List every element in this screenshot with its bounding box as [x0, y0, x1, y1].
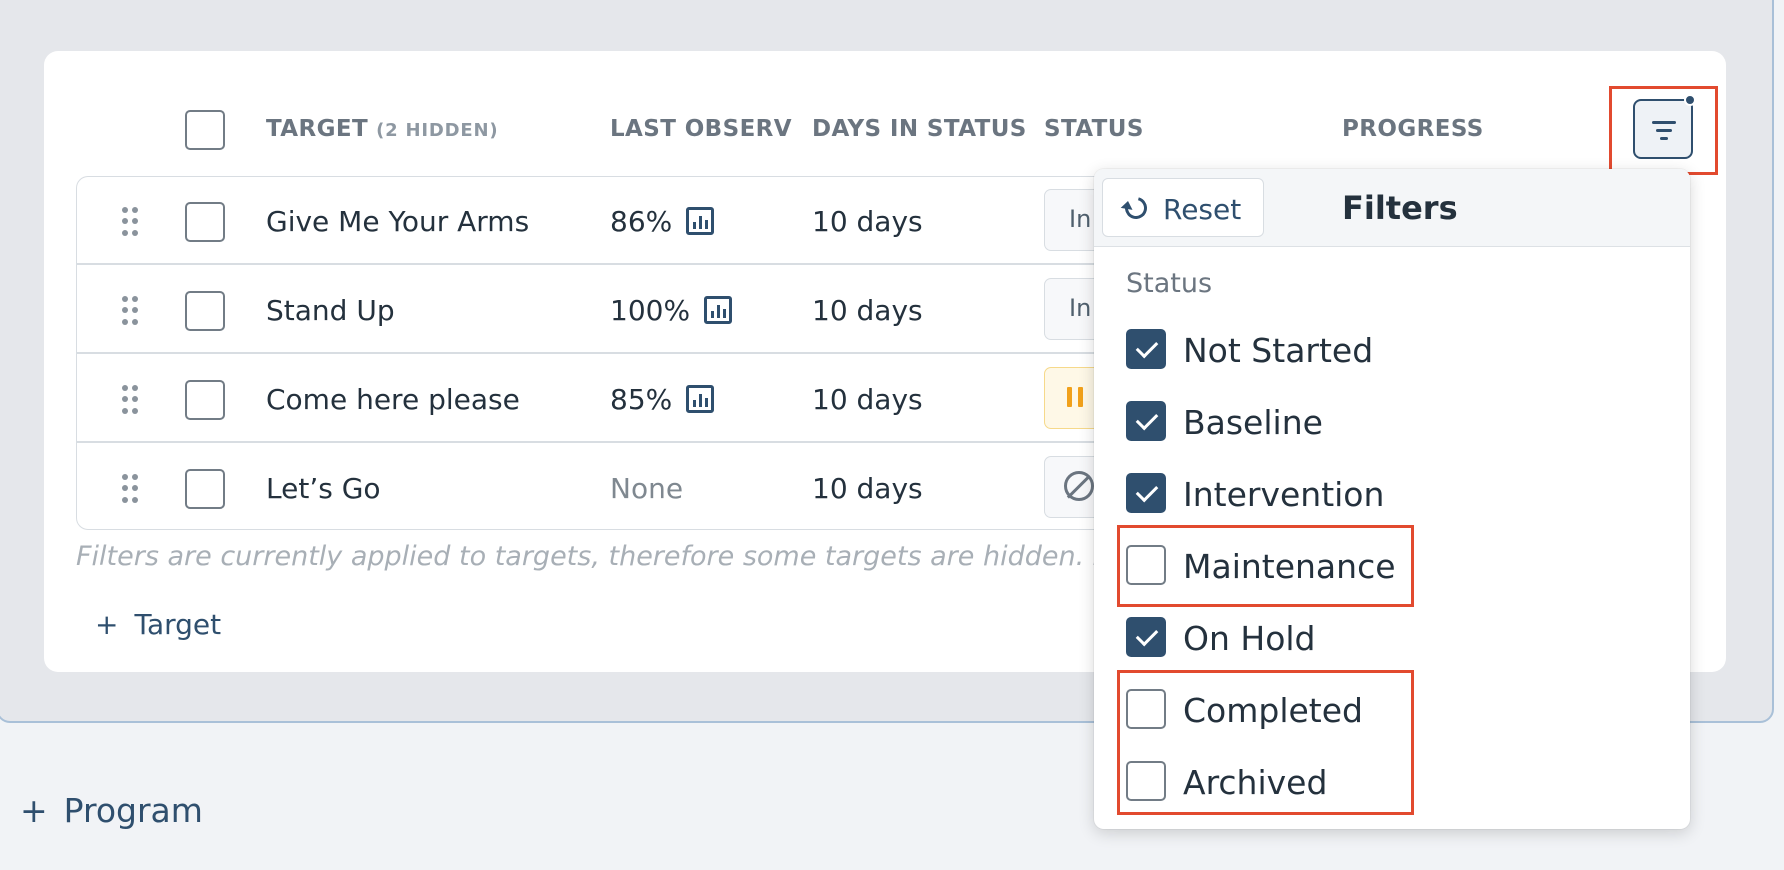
last-observation-value: 100% — [610, 294, 691, 327]
column-header-status[interactable]: STATUS — [1044, 116, 1144, 142]
last-observation-value: None — [610, 472, 684, 505]
column-header-target-label: TARGET — [266, 116, 369, 142]
reset-label: Reset — [1163, 193, 1242, 226]
column-header-days-in-status[interactable]: DAYS IN STATUS — [812, 116, 1027, 142]
table-row[interactable]: Let’s Go None 10 days — [76, 444, 1124, 533]
filters-header: Reset Filters — [1094, 169, 1690, 247]
drag-handle-icon[interactable] — [122, 385, 138, 415]
target-name[interactable]: Give Me Your Arms — [266, 205, 529, 238]
filter-option-intervention[interactable]: Intervention — [1126, 473, 1526, 517]
filter-option-label: Not Started — [1183, 331, 1374, 370]
reset-icon — [1120, 192, 1152, 224]
filter-notice: Filters are currently applied to targets… — [76, 541, 1098, 572]
row-checkbox[interactable] — [185, 380, 225, 420]
days-in-status: 10 days — [812, 383, 923, 416]
add-target-button[interactable]: + Target — [95, 608, 221, 641]
drag-handle-icon[interactable] — [122, 474, 138, 504]
last-observation: 86% — [610, 205, 715, 238]
ban-icon — [1064, 471, 1094, 501]
highlight-filter-button — [1609, 86, 1718, 175]
checkbox-checked[interactable] — [1126, 473, 1166, 513]
status-label: In — [1069, 205, 1092, 233]
column-header-last-observation[interactable]: LAST OBSERV — [610, 116, 792, 142]
target-name[interactable]: Stand Up — [266, 294, 395, 327]
checkbox-checked[interactable] — [1126, 401, 1166, 441]
add-target-label: Target — [134, 608, 222, 641]
add-program-label: Program — [63, 791, 203, 830]
last-observation-value: 86% — [610, 205, 673, 238]
filter-option-not-started[interactable]: Not Started — [1126, 329, 1526, 373]
table-row[interactable]: Stand Up 100% 10 days In — [76, 266, 1124, 355]
target-name[interactable]: Let’s Go — [266, 472, 381, 505]
table-row[interactable]: Give Me Your Arms 86% 10 days In — [76, 177, 1124, 266]
drag-handle-icon[interactable] — [122, 207, 138, 237]
filters-title: Filters — [1342, 189, 1458, 227]
bar-chart-icon[interactable] — [704, 296, 733, 324]
row-checkbox[interactable] — [185, 469, 225, 509]
row-checkbox[interactable] — [185, 202, 225, 242]
bar-chart-icon[interactable] — [686, 207, 715, 235]
checkbox-checked[interactable] — [1126, 617, 1166, 657]
drag-handle-icon[interactable] — [122, 296, 138, 326]
filter-option-label: Baseline — [1183, 403, 1323, 442]
plus-icon: + — [95, 608, 119, 641]
table-row[interactable]: Come here please 85% 10 days — [76, 355, 1124, 444]
filter-option-label: Intervention — [1183, 475, 1385, 514]
add-program-button[interactable]: + Program — [20, 791, 203, 830]
select-all-checkbox[interactable] — [185, 110, 225, 150]
bar-chart-icon[interactable] — [686, 385, 715, 413]
pause-icon — [1067, 387, 1083, 407]
column-header-target[interactable]: TARGET (2 HIDDEN) — [266, 116, 498, 142]
reset-button[interactable]: Reset — [1102, 178, 1264, 237]
last-observation: 85% — [610, 383, 715, 416]
filter-option-baseline[interactable]: Baseline — [1126, 401, 1526, 445]
days-in-status: 10 days — [812, 472, 923, 505]
highlight-maintenance — [1117, 525, 1414, 607]
filter-option-label: On Hold — [1183, 619, 1316, 658]
days-in-status: 10 days — [812, 205, 923, 238]
filter-option-on-hold[interactable]: On Hold — [1126, 617, 1526, 661]
highlight-completed-archived — [1117, 670, 1414, 815]
days-in-status: 10 days — [812, 294, 923, 327]
status-section-label: Status — [1126, 268, 1213, 299]
last-observation-value: 85% — [610, 383, 673, 416]
plus-icon: + — [20, 791, 48, 830]
status-label: In — [1069, 294, 1092, 322]
row-checkbox[interactable] — [185, 291, 225, 331]
checkbox-checked[interactable] — [1126, 329, 1166, 369]
column-header-progress[interactable]: PROGRESS — [1342, 116, 1484, 142]
hidden-count: (2 HIDDEN) — [376, 120, 499, 141]
last-observation: 100% — [610, 294, 733, 327]
target-name[interactable]: Come here please — [266, 383, 520, 416]
